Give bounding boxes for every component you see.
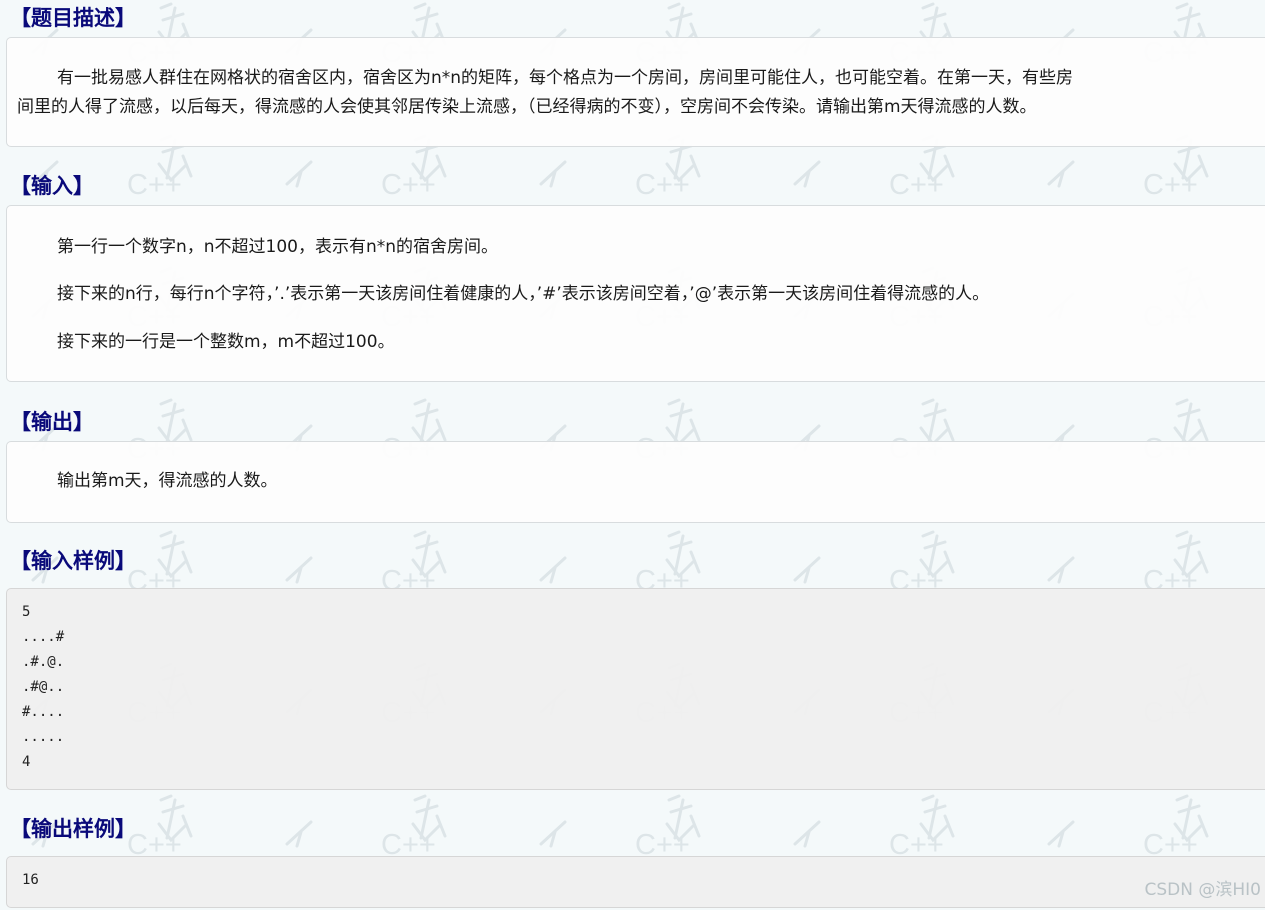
sample-input-line: 4: [22, 754, 31, 770]
input-paragraph-2: 接下来的n行，每行n个字符，’.’表示第一天该房间住着健康的人，’#’表示该房间…: [57, 284, 990, 304]
description-heading: 【题目描述】: [10, 6, 136, 30]
output-paragraph-1: 输出第m天，得流感的人数。: [57, 471, 278, 491]
sample-input-line: #....: [22, 704, 65, 720]
input-heading: 【输入】: [10, 174, 94, 198]
csdn-credit-watermark: CSDN @滨HI0: [1144, 880, 1262, 900]
description-box: 有一批易感人群住在网格状的宿舍区内，宿舍区为n*n的矩阵，每个格点为一个房间，房…: [6, 37, 1265, 147]
input-paragraph-3: 接下来的一行是一个整数m，m不超过100。: [57, 332, 395, 352]
description-line-1: 有一批易感人群住在网格状的宿舍区内，宿舍区为n*n的矩阵，每个格点为一个房间，房…: [57, 68, 1074, 88]
description-line-2: 间里的人得了流感，以后每天，得流感的人会使其邻居传染上流感，（已经得病的不变），…: [17, 97, 1037, 117]
sample-output-code-block: 16: [6, 856, 1265, 908]
sample-output-heading: 【输出样例】: [10, 817, 136, 841]
input-paragraph-1: 第一行一个数字n，n不超过100，表示有n*n的宿舍房间。: [57, 237, 499, 257]
sample-output-line: 16: [22, 872, 39, 888]
sample-input-heading: 【输入样例】: [10, 549, 136, 573]
output-box: 输出第m天，得流感的人数。: [6, 441, 1265, 523]
sample-input-line: ....#: [22, 629, 65, 645]
sample-input-code-block: 5 ....# .#.@. .#@.. #.... ..... 4: [6, 588, 1265, 790]
input-box: 第一行一个数字n，n不超过100，表示有n*n的宿舍房间。 接下来的n行，每行n…: [6, 205, 1265, 382]
sample-input-line: .....: [22, 729, 65, 745]
sample-input-line: 5: [22, 604, 31, 620]
sample-input-line: .#.@.: [22, 654, 65, 670]
sample-input-line: .#@..: [22, 679, 65, 695]
output-heading: 【输出】: [10, 410, 94, 434]
